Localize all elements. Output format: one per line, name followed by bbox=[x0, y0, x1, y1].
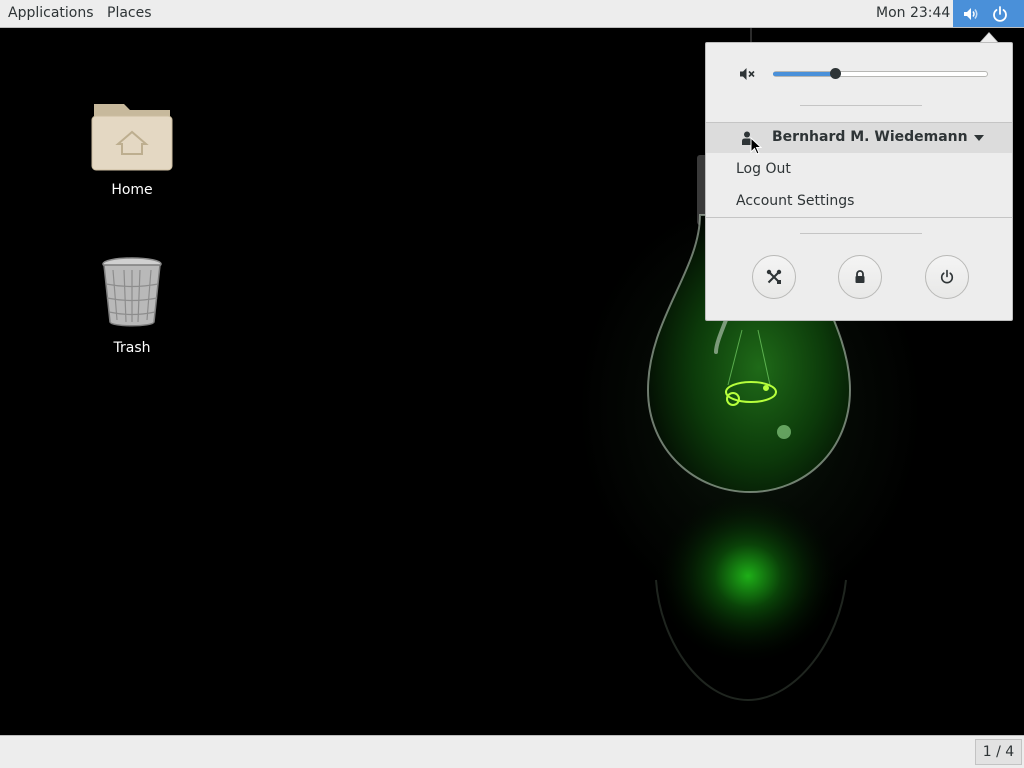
volume-muted-icon[interactable] bbox=[739, 66, 755, 82]
desktop-icon-home[interactable]: Home bbox=[72, 100, 192, 198]
trash-icon bbox=[102, 257, 162, 327]
lock-icon bbox=[855, 270, 865, 283]
menu-separator bbox=[800, 105, 922, 106]
places-menu[interactable]: Places bbox=[99, 0, 160, 27]
clock[interactable]: Mon 23:44 bbox=[868, 0, 958, 27]
workspace-switcher[interactable]: 1 / 4 bbox=[975, 739, 1022, 765]
top-bar: Applications Places Mon 23:44 bbox=[0, 0, 1024, 28]
account-settings-item[interactable]: Account Settings bbox=[736, 188, 854, 214]
trash-icon-label: Trash bbox=[113, 340, 151, 356]
volume-icon bbox=[964, 8, 978, 20]
applications-menu[interactable]: Applications bbox=[0, 0, 102, 27]
settings-button[interactable] bbox=[752, 255, 796, 299]
mouse-pointer-icon bbox=[750, 137, 762, 155]
system-status-area[interactable] bbox=[953, 0, 1024, 27]
lock-button[interactable] bbox=[838, 255, 882, 299]
user-name: Bernhard M. Wiedemann bbox=[772, 129, 968, 145]
power-icon bbox=[993, 6, 1007, 22]
log-out-item[interactable]: Log Out bbox=[736, 156, 791, 182]
volume-row bbox=[706, 61, 1012, 87]
system-menu: Bernhard M. Wiedemann Log Out Account Se… bbox=[705, 42, 1013, 321]
home-folder-icon bbox=[91, 104, 173, 171]
volume-slider-handle[interactable] bbox=[830, 68, 841, 79]
expander-arrow-icon[interactable] bbox=[974, 135, 984, 141]
desktop-icon-trash[interactable]: Trash bbox=[72, 256, 192, 356]
settings-icon bbox=[766, 269, 782, 284]
system-actions bbox=[706, 255, 1012, 301]
home-icon-label: Home bbox=[111, 182, 153, 198]
power-off-icon bbox=[940, 269, 954, 284]
volume-slider[interactable] bbox=[773, 68, 988, 80]
menu-separator bbox=[800, 233, 922, 234]
volume-slider-fill bbox=[773, 72, 835, 76]
power-off-button[interactable] bbox=[925, 255, 969, 299]
bottom-bar: 1 / 4 bbox=[0, 735, 1024, 768]
